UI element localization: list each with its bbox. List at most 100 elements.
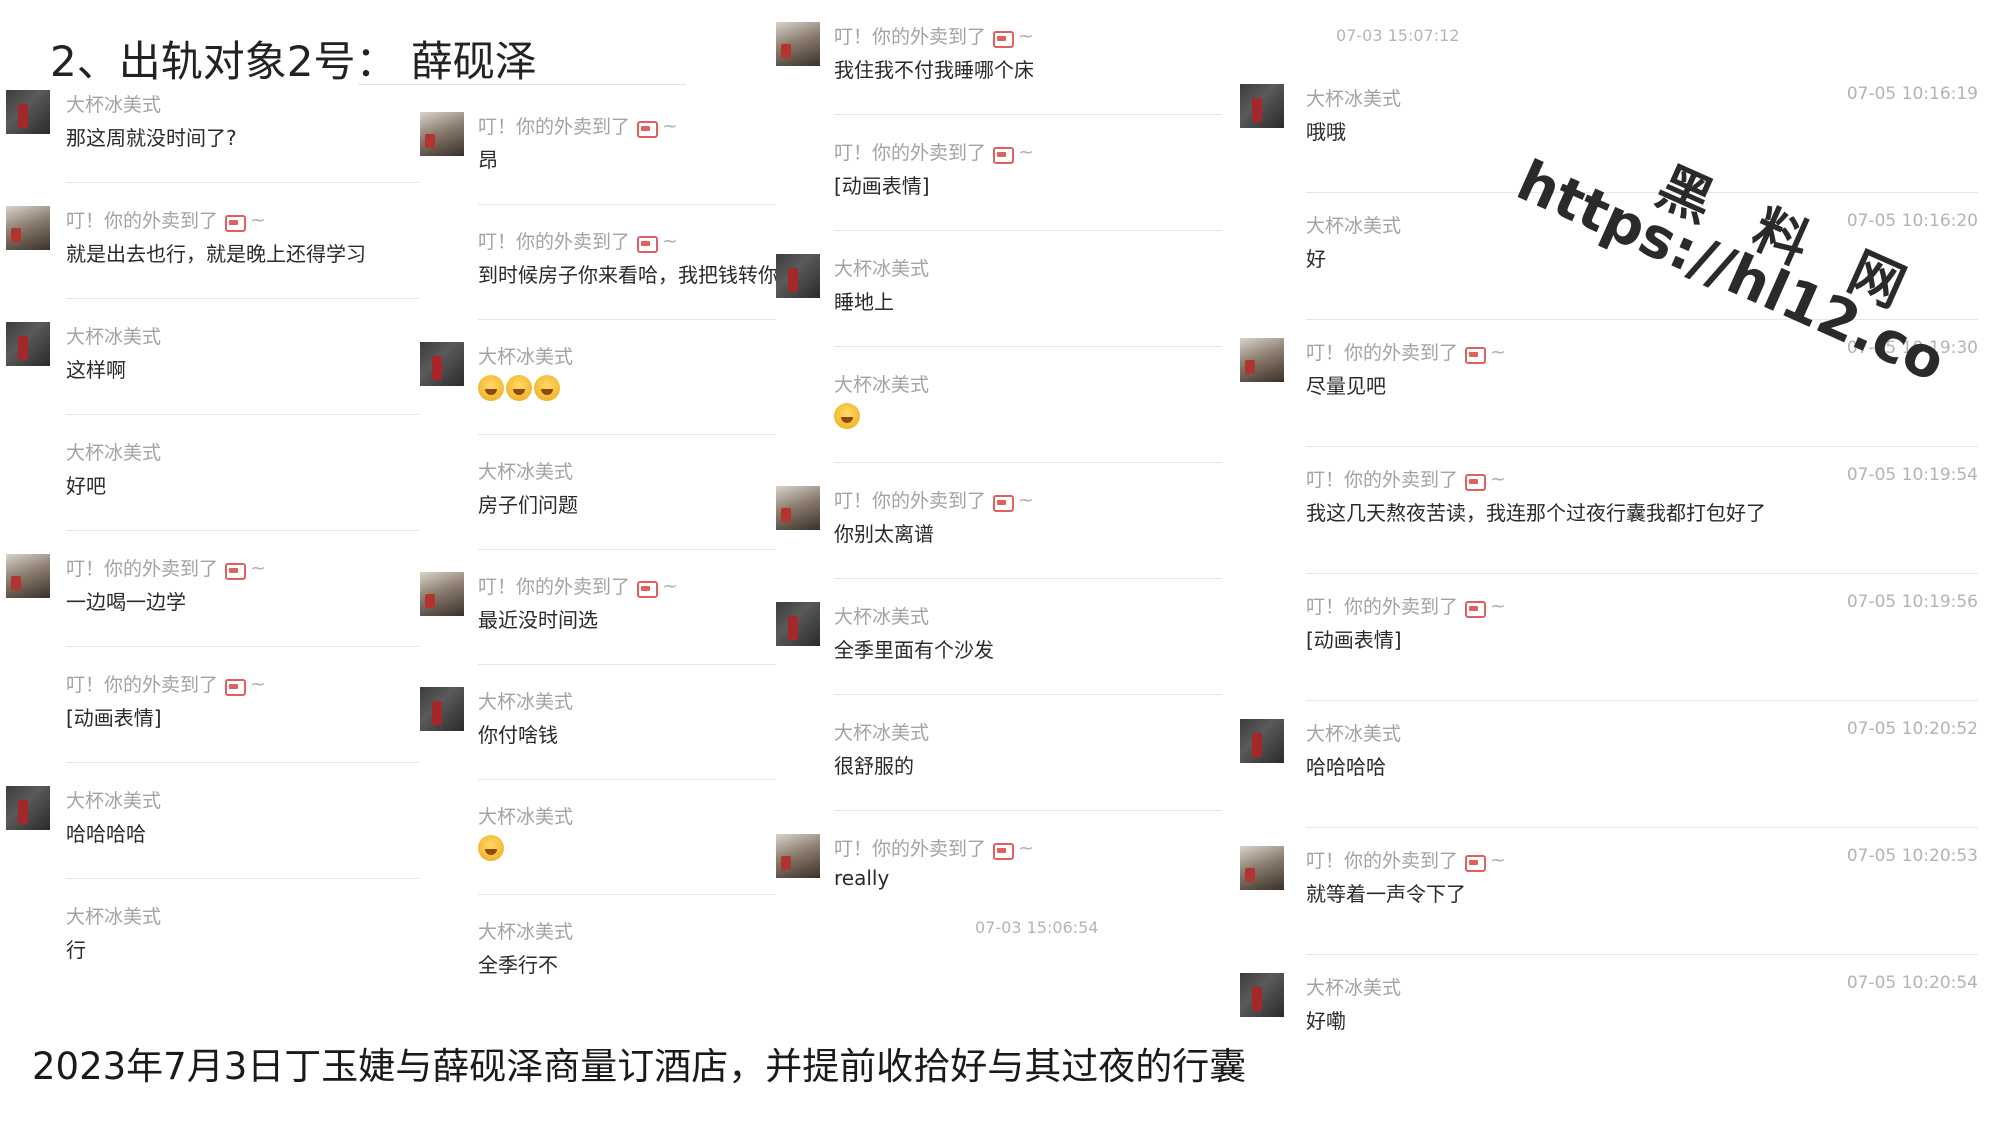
message-divider bbox=[478, 779, 776, 780]
message-divider bbox=[834, 346, 1222, 347]
chat-message: 大杯冰美式全季里面有个沙发 bbox=[776, 602, 1222, 718]
tilde-glyph: ~ bbox=[1490, 848, 1506, 871]
message-divider bbox=[834, 462, 1222, 463]
chat-message: 叮！你的外卖到了 ~ 我住我不付我睡哪个床 bbox=[776, 22, 1222, 138]
takeout-bag-icon bbox=[992, 143, 1015, 164]
takeout-bag-icon bbox=[992, 27, 1015, 48]
avatar[interactable] bbox=[776, 254, 820, 298]
sender-name-text: 叮！你的外卖到了 bbox=[66, 674, 219, 696]
chat-message: 大杯冰美式 好嘞 07-05 10:20:54 bbox=[1240, 973, 1978, 1100]
message-text: 好嘞 bbox=[1306, 1009, 1346, 1033]
avatar[interactable] bbox=[6, 322, 50, 366]
message-divider bbox=[834, 114, 1222, 115]
sender-name-text: 叮！你的外卖到了 bbox=[478, 576, 631, 598]
tilde-glyph: ~ bbox=[1490, 467, 1506, 490]
message-text: 哦哦 bbox=[1306, 120, 1346, 144]
message-text: 哈哈哈哈 bbox=[1306, 755, 1386, 779]
message-divider bbox=[478, 319, 776, 320]
message-text: 尽量见吧 bbox=[1306, 374, 1386, 398]
avatar[interactable] bbox=[420, 572, 464, 616]
tilde-glyph: ~ bbox=[250, 556, 266, 579]
message-time: 07-05 10:19:54 bbox=[1846, 465, 1978, 485]
avatar[interactable] bbox=[776, 834, 820, 878]
message-divider bbox=[834, 810, 1222, 811]
message-divider bbox=[834, 578, 1222, 579]
avatar[interactable] bbox=[1240, 84, 1284, 128]
message-divider bbox=[478, 549, 776, 550]
message-text: 全季里面有个沙发 bbox=[834, 638, 994, 662]
message-divider bbox=[1306, 954, 1978, 955]
avatar[interactable] bbox=[1240, 973, 1284, 1017]
sender-name-text: 大杯冰美式 bbox=[66, 326, 162, 348]
message-divider bbox=[66, 182, 420, 183]
avatar[interactable] bbox=[776, 22, 820, 66]
avatar[interactable] bbox=[420, 342, 464, 386]
chat-message: 大杯冰美式 很舒服的 bbox=[776, 718, 1222, 834]
message-divider bbox=[478, 204, 776, 205]
avatar[interactable] bbox=[6, 206, 50, 250]
chat-message: 大杯冰美式 这样啊 bbox=[6, 322, 420, 438]
message-text: 那这周就没时间了? bbox=[66, 126, 237, 150]
slide-caption: 2023年7月3日丁玉婕与薛砚泽商量订酒店，并提前收拾好与其过夜的行囊 bbox=[32, 1045, 1247, 1088]
tilde-glyph: ~ bbox=[1018, 488, 1034, 511]
sender-name-text: 大杯冰美式 bbox=[834, 722, 930, 744]
message-time: 07-05 10:19:56 bbox=[1846, 592, 1978, 612]
avatar[interactable] bbox=[6, 786, 50, 830]
sender-name-text: 大杯冰美式 bbox=[478, 346, 574, 368]
laughing-emoji-icon bbox=[506, 374, 532, 401]
message-divider bbox=[66, 878, 420, 879]
sender-name: 大杯冰美式 bbox=[1306, 211, 1401, 238]
avatar[interactable] bbox=[776, 486, 820, 530]
sender-name-text: 大杯冰美式 bbox=[66, 790, 162, 812]
tilde-glyph: ~ bbox=[1490, 340, 1506, 363]
chat-timestamp: 07-03 15:06:54 bbox=[975, 918, 1099, 937]
laughing-emoji-icon bbox=[534, 374, 560, 401]
sender-name-text: 叮！你的外卖到了 bbox=[1306, 596, 1459, 618]
takeout-bag-icon bbox=[224, 559, 247, 580]
sender-name: 叮！你的外卖到了 ~ bbox=[834, 486, 1034, 513]
message-divider bbox=[1306, 827, 1978, 828]
takeout-bag-icon bbox=[992, 491, 1015, 512]
chat-message: 叮！你的外卖到了 ~ 最近没时间选 bbox=[420, 572, 776, 687]
avatar[interactable] bbox=[420, 112, 464, 156]
sender-name-text: 大杯冰美式 bbox=[66, 442, 162, 464]
takeout-bag-icon bbox=[1464, 597, 1487, 618]
chat-message: 大杯冰美式 bbox=[420, 342, 776, 457]
sender-name: 大杯冰美式 bbox=[66, 90, 161, 117]
takeout-bag-icon bbox=[992, 839, 1015, 860]
sender-name: 叮！你的外卖到了 ~ bbox=[478, 227, 678, 254]
message-divider bbox=[478, 894, 776, 895]
sender-name-text: 大杯冰美式 bbox=[834, 374, 930, 396]
tilde-glyph: ~ bbox=[662, 114, 678, 137]
sender-name: 大杯冰美式 bbox=[66, 322, 161, 349]
message-text: 最近没时间选 bbox=[478, 608, 598, 632]
sender-name-text: 叮！你的外卖到了 bbox=[66, 210, 219, 232]
chat-message: 叮！你的外卖到了 ~ 就是出去也行，就是晚上还得学习 bbox=[6, 206, 420, 322]
avatar[interactable] bbox=[1240, 338, 1284, 382]
message-text: 哈哈哈哈 bbox=[66, 822, 146, 846]
chat-message: 叮！你的外卖到了 ~ 昂 bbox=[420, 112, 776, 227]
sender-name: 大杯冰美式 bbox=[1306, 719, 1401, 746]
sender-name-text: 叮！你的外卖到了 bbox=[1306, 850, 1459, 872]
sender-name-text: 叮！你的外卖到了 bbox=[478, 116, 631, 138]
message-text bbox=[834, 402, 862, 429]
laughing-emoji-icon bbox=[478, 834, 504, 861]
avatar[interactable] bbox=[1240, 846, 1284, 890]
avatar[interactable] bbox=[1240, 719, 1284, 763]
avatar[interactable] bbox=[776, 602, 820, 646]
sender-name: 叮！你的外卖到了 ~ bbox=[66, 206, 266, 233]
message-text: 就等着一声令下了 bbox=[1306, 882, 1466, 906]
message-text: 好 bbox=[1306, 247, 1326, 271]
avatar[interactable] bbox=[6, 90, 50, 134]
tilde-glyph: ~ bbox=[250, 672, 266, 695]
message-text: [动画表情] bbox=[834, 174, 930, 198]
avatar[interactable] bbox=[420, 687, 464, 731]
message-text: 我住我不付我睡哪个床 bbox=[834, 58, 1034, 82]
chat-message: 大杯冰美式 哈哈哈哈 07-05 10:20:52 bbox=[1240, 719, 1978, 846]
tilde-glyph: ~ bbox=[662, 574, 678, 597]
chat-message: 大杯冰美式 bbox=[776, 370, 1222, 486]
message-divider bbox=[66, 298, 420, 299]
chat-message: 叮！你的外卖到了 ~ [动画表情] bbox=[6, 670, 420, 786]
avatar[interactable] bbox=[6, 554, 50, 598]
sender-name-text: 大杯冰美式 bbox=[834, 606, 930, 628]
